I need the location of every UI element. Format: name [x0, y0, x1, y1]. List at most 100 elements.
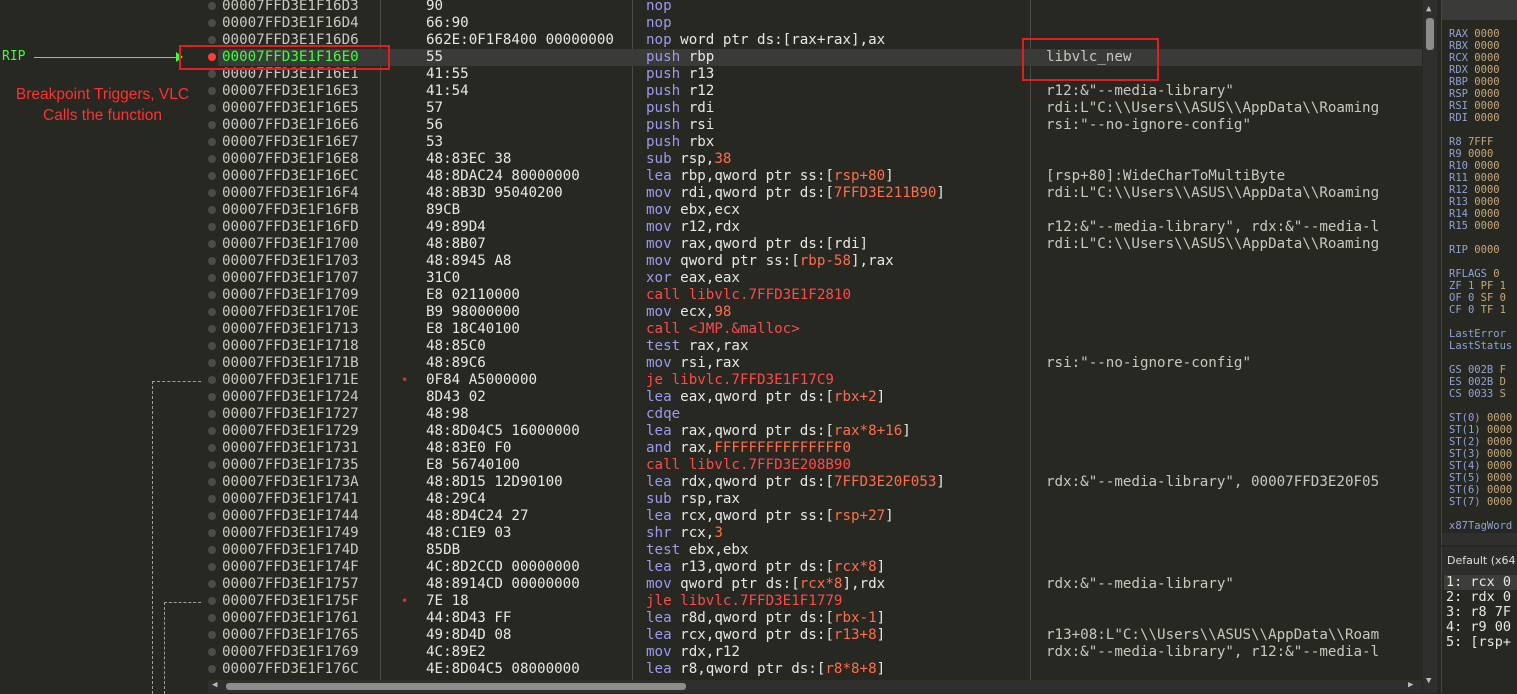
breakpoint-slot-icon[interactable]: [208, 461, 216, 469]
register-entry[interactable]: LastError: [1449, 328, 1512, 340]
disasm-row[interactable]: 00007FFD3E1F173A 48:8D15 12D90100 lea rdx,…: [208, 474, 1422, 491]
breakpoint-slot-icon[interactable]: [208, 206, 216, 214]
argument-item[interactable]: 5: [rsp+: [1446, 635, 1511, 650]
call-arguments-panel[interactable]: Default (x64 fa 1: rcx 02: rdx 03: r8 7F…: [1441, 547, 1517, 693]
disasm-row[interactable]: 00007FFD3E1F16E5 57 push rdi rdi:L"C:\\User…: [208, 100, 1422, 117]
vertical-scrollbar[interactable]: ▲ ▼: [1423, 0, 1437, 693]
disasm-row[interactable]: 00007FFD3E1F16EC 48:8DAC24 80000000 lea rb…: [208, 168, 1422, 185]
disasm-row[interactable]: 00007FFD3E1F1761 44:8D43 FF lea r8d,qword …: [208, 610, 1422, 627]
disasm-row[interactable]: 00007FFD3E1F1741 48:29C4 sub rsp,rax: [208, 491, 1422, 508]
disasm-row[interactable]: 00007FFD3E1F1744 48:8D4C24 27 lea rcx,qwor…: [208, 508, 1422, 525]
disasm-row[interactable]: 00007FFD3E1F16D6 662E:0F1F8400 00000000 no…: [208, 32, 1422, 49]
disasm-row[interactable]: 00007FFD3E1F1735 E8 56740100 call libvlc.7…: [208, 457, 1422, 474]
register-entry[interactable]: RFLAGS 0: [1449, 268, 1500, 280]
register-entry[interactable]: R10 0000: [1449, 160, 1500, 172]
disasm-row[interactable]: 00007FFD3E1F1703 48:8945 A8 mov qword ptr …: [208, 253, 1422, 270]
breakpoint-slot-icon[interactable]: [208, 189, 216, 197]
argument-item[interactable]: 2: rdx 0: [1446, 590, 1511, 605]
disasm-row[interactable]: 00007FFD3E1F1765 49:8D4D 08 lea rcx,qword …: [208, 627, 1422, 644]
disasm-row[interactable]: 00007FFD3E1F1713 E8 18C40100 call <JMP.&ma…: [208, 321, 1422, 338]
breakpoint-slot-icon[interactable]: [208, 342, 216, 350]
breakpoint-slot-icon[interactable]: [208, 580, 216, 588]
disasm-row[interactable]: 00007FFD3E1F1757 48:8914CD 00000000 mov qw…: [208, 576, 1422, 593]
breakpoint-slot-icon[interactable]: [208, 19, 216, 27]
register-entry[interactable]: ST(3) 0000: [1449, 448, 1512, 460]
register-entry[interactable]: RBX 0000: [1449, 40, 1500, 52]
breakpoint-slot-icon[interactable]: [208, 359, 216, 367]
disasm-row[interactable]: 00007FFD3E1F170E B9 98000000 mov ecx,98: [208, 304, 1422, 321]
breakpoint-slot-icon[interactable]: [208, 121, 216, 129]
disasm-row[interactable]: 00007FFD3E1F175F • 7E 18 jle libvlc.7FFD3E1…: [208, 593, 1422, 610]
breakpoint-slot-icon[interactable]: [208, 36, 216, 44]
register-entry[interactable]: ST(6) 0000: [1449, 484, 1512, 496]
breakpoint-slot-icon[interactable]: [208, 495, 216, 503]
disasm-row[interactable]: 00007FFD3E1F1749 48:C1E9 03 shr rcx,3: [208, 525, 1422, 542]
breakpoint-slot-icon[interactable]: [208, 376, 216, 384]
disasm-row[interactable]: 00007FFD3E1F16E1 41:55 push r13: [208, 66, 1422, 83]
disassembly-view[interactable]: 00007FFD3E1F16D3 90 nop 00007FFD3E1F16D4 66:…: [208, 0, 1422, 680]
register-entry[interactable]: ST(7) 0000: [1449, 496, 1512, 508]
register-entry[interactable]: RCX 0000: [1449, 52, 1500, 64]
register-entry[interactable]: R15 0000: [1449, 220, 1500, 232]
register-entry[interactable]: ST(2) 0000: [1449, 436, 1512, 448]
registers-panel[interactable]: RAX 0000 RBX 0000 RCX 0000 RDX 0000 RBP 0000…: [1441, 0, 1517, 545]
register-entry[interactable]: ST(1) 0000: [1449, 424, 1512, 436]
breakpoint-slot-icon[interactable]: [208, 563, 216, 571]
disasm-row[interactable]: 00007FFD3E1F16D3 90 nop: [208, 0, 1422, 15]
register-entry[interactable]: RSI 0000: [1449, 100, 1500, 112]
argument-item[interactable]: 4: r9 00: [1446, 620, 1511, 635]
register-entry[interactable]: GS 002B F: [1449, 364, 1506, 376]
disasm-row[interactable]: 00007FFD3E1F174F 4C:8D2CCD 00000000 lea r1…: [208, 559, 1422, 576]
breakpoint-slot-icon[interactable]: [208, 393, 216, 401]
breakpoint-slot-icon[interactable]: [208, 648, 216, 656]
breakpoint-slot-icon[interactable]: [208, 546, 216, 554]
disasm-row[interactable]: 00007FFD3E1F16E8 48:83EC 38 sub rsp,38: [208, 151, 1422, 168]
disasm-row[interactable]: 00007FFD3E1F1709 E8 02110000 call libvlc.7…: [208, 287, 1422, 304]
breakpoint-slot-icon[interactable]: [208, 614, 216, 622]
register-entry[interactable]: RDI 0000: [1449, 112, 1500, 124]
register-entry[interactable]: RBP 0000: [1449, 76, 1500, 88]
breakpoint-slot-icon[interactable]: [208, 665, 216, 673]
breakpoint-slot-icon[interactable]: [208, 70, 216, 78]
breakpoint-slot-icon[interactable]: [208, 444, 216, 452]
breakpoint-slot-icon[interactable]: [208, 478, 216, 486]
breakpoint-slot-icon[interactable]: [208, 291, 216, 299]
disasm-row[interactable]: 00007FFD3E1F1731 48:83E0 F0 and rax,FFFFFF…: [208, 440, 1422, 457]
disasm-row[interactable]: 00007FFD3E1F1727 48:98 cdqe: [208, 406, 1422, 423]
disasm-row[interactable]: 00007FFD3E1F16FD 49:89D4 mov r12,rdx r12:&"…: [208, 219, 1422, 236]
register-entry[interactable]: OF 0 SF 0: [1449, 292, 1506, 304]
register-entry[interactable]: R14 0000: [1449, 208, 1500, 220]
disasm-row[interactable]: 00007FFD3E1F171E • 0F84 A5000000 je libvlc.…: [208, 372, 1422, 389]
register-entry[interactable]: CS 0033 S: [1449, 388, 1506, 400]
breakpoint-slot-icon[interactable]: [208, 325, 216, 333]
register-entry[interactable]: RSP 0000: [1449, 88, 1500, 100]
register-entry[interactable]: x87TagWord: [1449, 520, 1517, 532]
registers-scrollbar[interactable]: [1442, 533, 1517, 545]
disasm-row[interactable]: 00007FFD3E1F16D4 66:90 nop: [208, 15, 1422, 32]
breakpoint-slot-icon[interactable]: [208, 529, 216, 537]
disasm-row[interactable]: 00007FFD3E1F1718 48:85C0 test rax,rax: [208, 338, 1422, 355]
disasm-row[interactable]: 00007FFD3E1F1729 48:8D04C5 16000000 lea ra…: [208, 423, 1422, 440]
breakpoint-slot-icon[interactable]: [208, 631, 216, 639]
breakpoint-slot-icon[interactable]: [208, 410, 216, 418]
disasm-row[interactable]: 00007FFD3E1F176C 4E:8D04C5 08000000 lea r8…: [208, 661, 1422, 678]
disasm-row[interactable]: 00007FFD3E1F16E0 55 push rbp libvlc_new: [208, 49, 1422, 66]
breakpoint-slot-icon[interactable]: [208, 155, 216, 163]
disasm-row[interactable]: 00007FFD3E1F174D 85DB test ebx,ebx: [208, 542, 1422, 559]
register-entry[interactable]: RDX 0000: [1449, 64, 1500, 76]
calling-convention-select[interactable]: Default (x64 fa: [1442, 547, 1517, 575]
disasm-row[interactable]: 00007FFD3E1F16E6 56 push rsi rsi:"--no-igno…: [208, 117, 1422, 134]
register-entry[interactable]: ST(4) 0000: [1449, 460, 1512, 472]
breakpoint-slot-icon[interactable]: [208, 274, 216, 282]
scroll-down-icon[interactable]: ▼: [1426, 676, 1431, 686]
register-entry[interactable]: R13 0000: [1449, 196, 1500, 208]
register-entry[interactable]: R9 0000: [1449, 148, 1493, 160]
disasm-row[interactable]: 00007FFD3E1F171B 48:89C6 mov rsi,rax rsi:"-…: [208, 355, 1422, 372]
register-entry[interactable]: CF 0 TF 1: [1449, 304, 1506, 316]
breakpoint-slot-icon[interactable]: [208, 223, 216, 231]
scroll-right-icon[interactable]: ▶: [1408, 680, 1413, 690]
disasm-row[interactable]: 00007FFD3E1F1769 4C:89E2 mov rdx,r12 rdx:&"…: [208, 644, 1422, 661]
breakpoint-slot-icon[interactable]: [208, 138, 216, 146]
register-entry[interactable]: LastStatus: [1449, 340, 1517, 352]
register-entry[interactable]: RAX 0000: [1449, 28, 1500, 40]
